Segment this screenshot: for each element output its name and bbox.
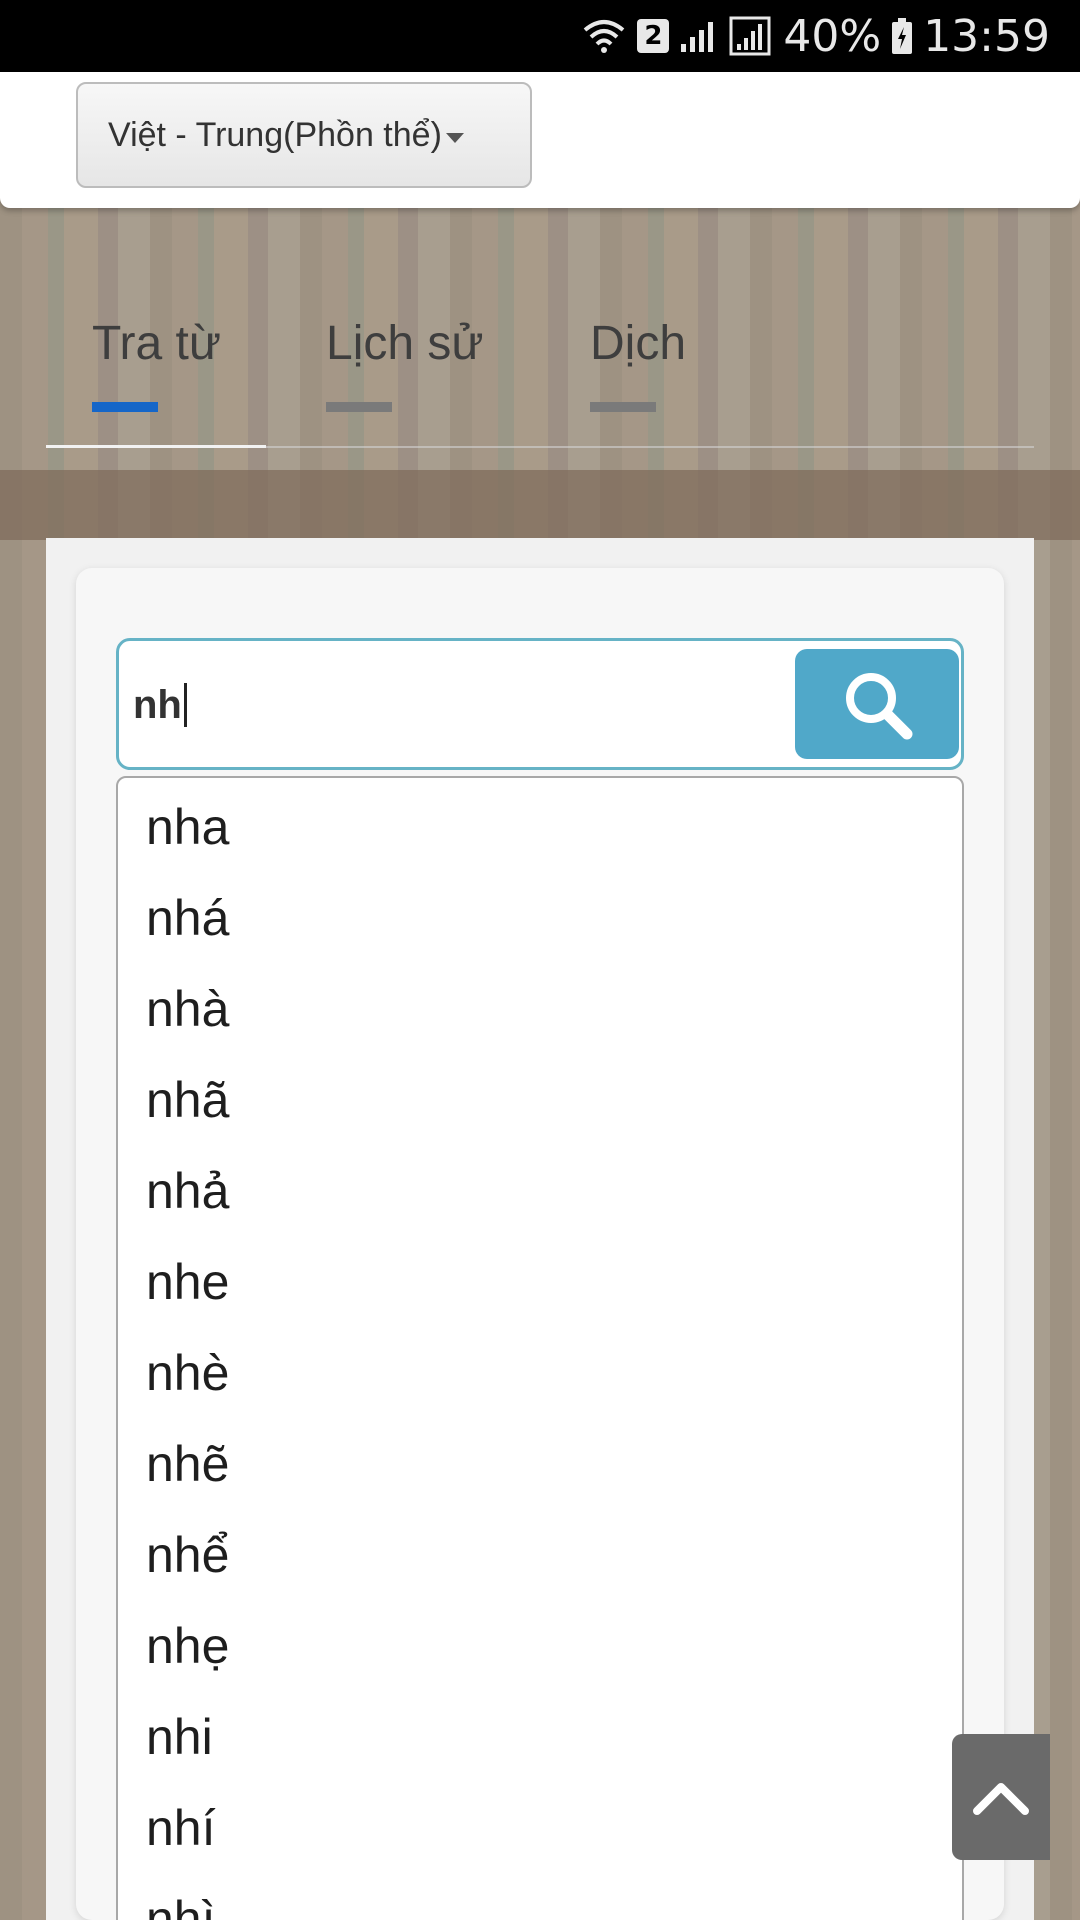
main-panel: nh nha nhá nhà nhã nhả nhe nhè nhẽ nhể n…	[46, 538, 1034, 1920]
tab-label: Lịch sử	[326, 317, 484, 370]
suggestion-item[interactable]: nhà	[118, 964, 962, 1055]
tab-underline	[326, 402, 392, 412]
chevron-down-icon	[445, 133, 464, 143]
suggestion-item[interactable]: nhẹ	[118, 1601, 962, 1692]
tab-tra-tu[interactable]: Tra từ	[92, 316, 222, 412]
language-select-value: Việt - Trung(Phồn thể)	[108, 115, 442, 154]
suggestion-item[interactable]: nhì	[118, 1874, 962, 1920]
suggestion-item[interactable]: nhè	[118, 1328, 962, 1419]
suggestion-item[interactable]: nhí	[118, 1783, 962, 1874]
tab-lich-su[interactable]: Lịch sử	[326, 316, 484, 412]
tab-label: Dịch	[590, 317, 687, 370]
sim-slot-icon: 2	[637, 19, 670, 53]
search-input[interactable]: nh	[133, 661, 773, 749]
search-card: nh nha nhá nhà nhã nhả nhe nhè nhẽ nhể n…	[76, 568, 1004, 1920]
battery-icon	[891, 17, 913, 55]
top-header: Việt - Trung(Phồn thể)	[0, 72, 1080, 208]
clock: 13:59	[923, 10, 1050, 62]
scroll-to-top-button[interactable]	[952, 1734, 1050, 1860]
suggestion-item[interactable]: nhẽ	[118, 1419, 962, 1510]
search-button[interactable]	[795, 649, 959, 759]
signal-icon-2	[729, 16, 773, 56]
suggestion-item[interactable]: nhể	[118, 1510, 962, 1601]
language-select[interactable]: Việt - Trung(Phồn thể)	[76, 82, 532, 188]
chevron-up-icon	[973, 1783, 1029, 1815]
suggestion-item[interactable]: nhi	[118, 1692, 962, 1783]
status-bar: 2 40% 13:59	[0, 0, 1080, 72]
tab-bar: Tra từ Lịch sử Dịch	[46, 268, 1034, 448]
search-icon	[846, 673, 913, 740]
text-cursor	[183, 683, 187, 727]
search-box: nh	[116, 638, 964, 770]
battery-percent: 40%	[783, 10, 882, 62]
wifi-icon	[581, 16, 627, 56]
suggestion-item[interactable]: nhe	[118, 1237, 962, 1328]
tab-underline	[590, 402, 656, 412]
suggestion-item[interactable]: nhã	[118, 1055, 962, 1146]
suggestion-item[interactable]: nhá	[118, 873, 962, 964]
shelf-board	[0, 470, 1080, 540]
signal-icon	[679, 18, 719, 54]
tab-dich[interactable]: Dịch	[590, 316, 687, 412]
tab-underline	[92, 402, 158, 412]
suggestion-item[interactable]: nhả	[118, 1146, 962, 1237]
active-tab-indicator	[46, 445, 266, 448]
suggestion-item[interactable]: nha	[118, 782, 962, 873]
search-input-value: nh	[133, 682, 182, 727]
autocomplete-list: nha nhá nhà nhã nhả nhe nhè nhẽ nhể nhẹ …	[116, 776, 964, 1920]
tab-label: Tra từ	[92, 317, 222, 370]
